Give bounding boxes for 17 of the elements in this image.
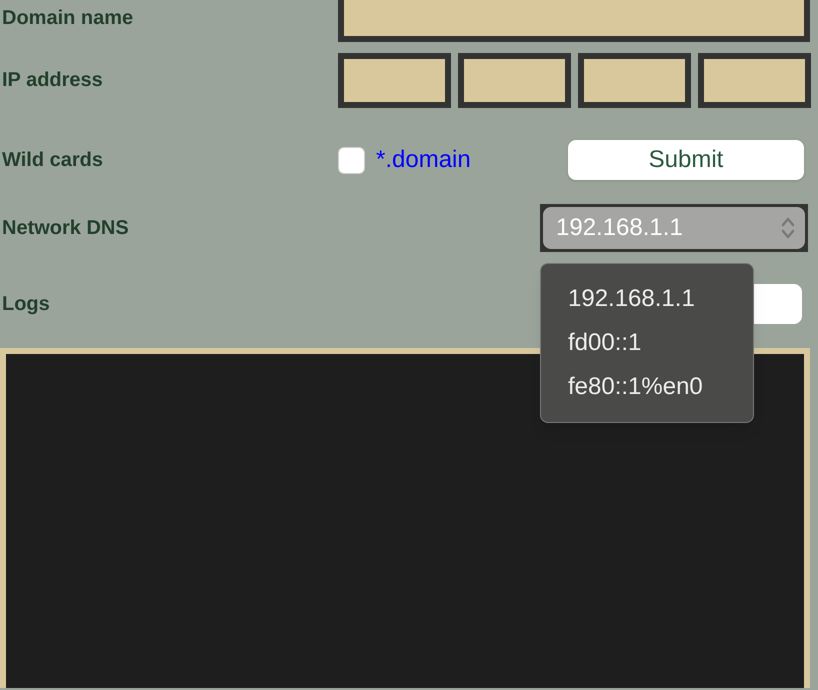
menu-option[interactable]: 192.168.1.1 (541, 277, 753, 321)
menu-option[interactable]: fd00::1 (541, 321, 753, 365)
ip-octet-field[interactable] (698, 52, 811, 108)
select-arrows-icon (781, 216, 795, 240)
field-label: Domain name (1, 8, 134, 28)
domain-input-field[interactable] (338, 0, 810, 42)
wildcard-checkbox[interactable] (338, 146, 365, 174)
ip-octet-field[interactable] (338, 52, 451, 108)
field-label: IP address (1, 70, 104, 90)
ip-octet-field[interactable] (458, 52, 571, 108)
checkbox-label: *.domain (376, 148, 471, 172)
field-label: Network DNS (1, 218, 130, 238)
field-label: Logs (1, 294, 51, 314)
field-label: Wild cards (1, 150, 104, 170)
submit-button[interactable]: Submit (568, 140, 804, 180)
ip-octet-field[interactable] (578, 52, 691, 108)
menu-option[interactable]: fe80::1%en0 (541, 365, 753, 409)
